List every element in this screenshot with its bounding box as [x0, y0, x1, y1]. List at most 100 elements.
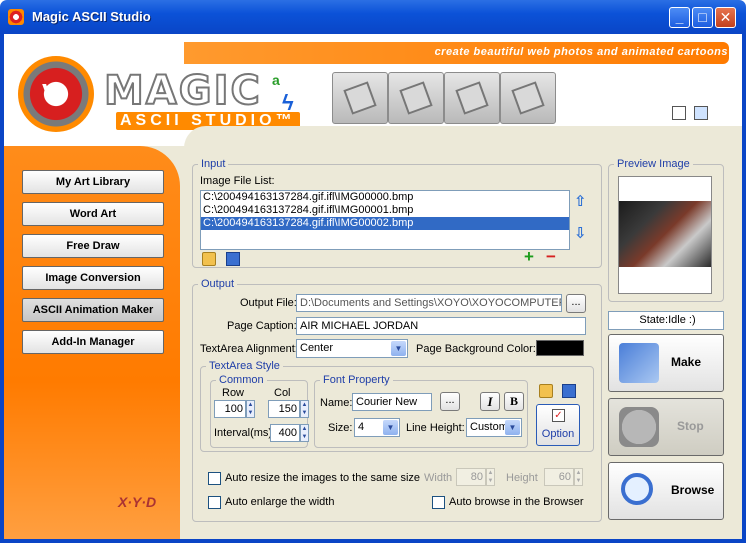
logo-superscript: a — [272, 72, 280, 88]
window-title: Magic ASCII Studio — [32, 9, 151, 24]
app-icon[interactable] — [8, 9, 24, 25]
font-size-value: 4 — [358, 421, 365, 433]
save-style-icon[interactable] — [562, 384, 576, 398]
height-field[interactable]: 60 — [544, 468, 574, 486]
make-button[interactable]: Make — [608, 334, 724, 392]
make-label: Make — [671, 355, 702, 369]
tool-icon-3 — [455, 81, 489, 115]
page-caption-field[interactable]: AIR MICHAEL JORDAN — [296, 317, 586, 335]
auto-browse-label: Auto browse in the Browser — [449, 496, 584, 508]
save-icon[interactable] — [226, 252, 240, 266]
output-browse-button[interactable]: ... — [566, 294, 586, 313]
banner-tagline: create beautiful web photos and animated… — [434, 46, 728, 58]
toolbar-button-3[interactable] — [444, 72, 500, 124]
row-stepper[interactable]: ▲ ▼ — [246, 400, 255, 418]
font-size-select[interactable]: 4 ▼ — [354, 418, 400, 437]
sidebar-item-my-art-library[interactable]: My Art Library — [22, 170, 164, 194]
auto-resize-checkbox[interactable] — [208, 472, 221, 485]
preview-photo — [619, 201, 711, 267]
page-bg-color-label: Page Background Color: — [416, 343, 536, 355]
page-bg-color-swatch[interactable] — [536, 340, 584, 356]
option-label: Option — [541, 428, 575, 440]
list-item[interactable]: C:\200494163137284.gif.ifl\IMG00001.bmp — [201, 204, 569, 217]
chevron-down-icon: ▼ — [391, 341, 406, 356]
sidebar: My Art Library Word Art Free Draw Image … — [4, 146, 180, 539]
open-folder-icon[interactable] — [202, 252, 216, 266]
sidebar-menu: My Art Library Word Art Free Draw Image … — [16, 156, 168, 526]
textarea-style-legend: TextArea Style — [209, 360, 280, 372]
output-file-label: Output File: — [240, 297, 297, 309]
toolbar-button-2[interactable] — [388, 72, 444, 124]
font-size-label: Size: — [328, 422, 353, 434]
tool-icon-1 — [343, 81, 377, 115]
line-height-select[interactable]: Custom ▼ — [466, 418, 522, 437]
height-stepper[interactable]: ▲ ▼ — [574, 468, 583, 486]
tool-icon-2 — [399, 81, 433, 115]
list-item[interactable]: C:\200494163137284.gif.ifl\IMG00002.bmp — [201, 217, 569, 230]
maximize-button[interactable]: □ — [692, 7, 713, 28]
chevron-down-icon: ▼ — [505, 420, 520, 435]
interval-stepper[interactable]: ▲ ▼ — [300, 424, 309, 442]
input-legend: Input — [201, 158, 226, 170]
width-stepper[interactable]: ▲ ▼ — [486, 468, 495, 486]
stop-button[interactable]: Stop — [608, 398, 724, 456]
magnifier-icon — [621, 473, 653, 505]
move-down-icon[interactable]: ⇩ — [574, 224, 587, 242]
remove-icon[interactable]: − — [546, 247, 556, 267]
sidebar-item-free-draw[interactable]: Free Draw — [22, 234, 164, 258]
alignment-value: Center — [300, 342, 334, 354]
sidebar-item-word-art[interactable]: Word Art — [22, 202, 164, 226]
logo-text: MAGIC — [103, 67, 262, 115]
font-name-label: Name: — [320, 397, 353, 409]
make-icon — [619, 343, 659, 383]
title-bar: Magic ASCII Studio _ □ ✕ — [0, 0, 746, 34]
interval-field[interactable]: 400 — [270, 424, 300, 442]
sidebar-item-add-in-manager[interactable]: Add-In Manager — [22, 330, 164, 354]
auto-enlarge-checkbox[interactable] — [208, 496, 221, 509]
brand-logo: X·Y·D — [118, 494, 157, 510]
close-button[interactable]: ✕ — [715, 7, 736, 28]
browse-label: Browse — [671, 483, 715, 497]
output-file-field[interactable]: D:\Documents and Settings\XOYO\XOYOCOMPU… — [296, 294, 562, 312]
bold-button[interactable]: B — [504, 392, 524, 411]
checkmark-icon: ✓ — [552, 409, 565, 422]
textarea-alignment-label: TextArea Alignment: — [200, 343, 298, 355]
interval-label: Interval(ms) — [214, 427, 273, 439]
stop-label: Stop — [677, 419, 704, 433]
move-up-icon[interactable]: ⇧ — [574, 192, 587, 210]
line-height-value: Custom — [470, 421, 508, 433]
network-icon[interactable] — [694, 106, 708, 120]
row-label: Row — [222, 387, 245, 399]
image-file-list[interactable]: C:\200494163137284.gif.ifl\IMG00000.bmp … — [200, 190, 570, 250]
client-area: create beautiful web photos and animated… — [4, 34, 742, 539]
auto-browse-checkbox[interactable] — [432, 496, 445, 509]
col-label: Col — [274, 387, 291, 399]
add-icon[interactable]: + — [524, 247, 534, 267]
header-banner: create beautiful web photos and animated… — [4, 34, 742, 148]
row-field[interactable]: 100 — [214, 400, 246, 418]
copy-icon[interactable] — [672, 106, 686, 120]
list-item[interactable]: C:\200494163137284.gif.ifl\IMG00000.bmp — [201, 191, 569, 204]
sidebar-item-image-conversion[interactable]: Image Conversion — [22, 266, 164, 290]
width-label: Width — [424, 472, 453, 484]
toolbar-button-1[interactable] — [332, 72, 388, 124]
toolbar-button-4[interactable] — [500, 72, 556, 124]
open-style-icon[interactable] — [539, 384, 553, 398]
width-field[interactable]: 80 — [456, 468, 486, 486]
col-field[interactable]: 150 — [268, 400, 300, 418]
banner-curve — [184, 126, 742, 148]
logo-icon: V — [18, 56, 94, 132]
font-property-legend: Font Property — [323, 374, 390, 386]
sidebar-item-ascii-animation-maker[interactable]: ASCII Animation Maker — [22, 298, 164, 322]
minimize-button[interactable]: _ — [669, 7, 690, 28]
col-stepper[interactable]: ▲ ▼ — [300, 400, 309, 418]
option-button[interactable]: ✓ Option — [536, 404, 580, 446]
image-file-list-label: Image File List: — [200, 175, 275, 187]
font-name-field[interactable]: Courier New — [352, 393, 432, 411]
font-browse-button[interactable]: ... — [440, 392, 460, 411]
browse-button[interactable]: Browse — [608, 462, 724, 520]
stop-hand-icon — [619, 407, 659, 447]
italic-button[interactable]: I — [480, 392, 500, 411]
height-label: Height — [506, 472, 538, 484]
textarea-alignment-select[interactable]: Center ▼ — [296, 339, 408, 358]
